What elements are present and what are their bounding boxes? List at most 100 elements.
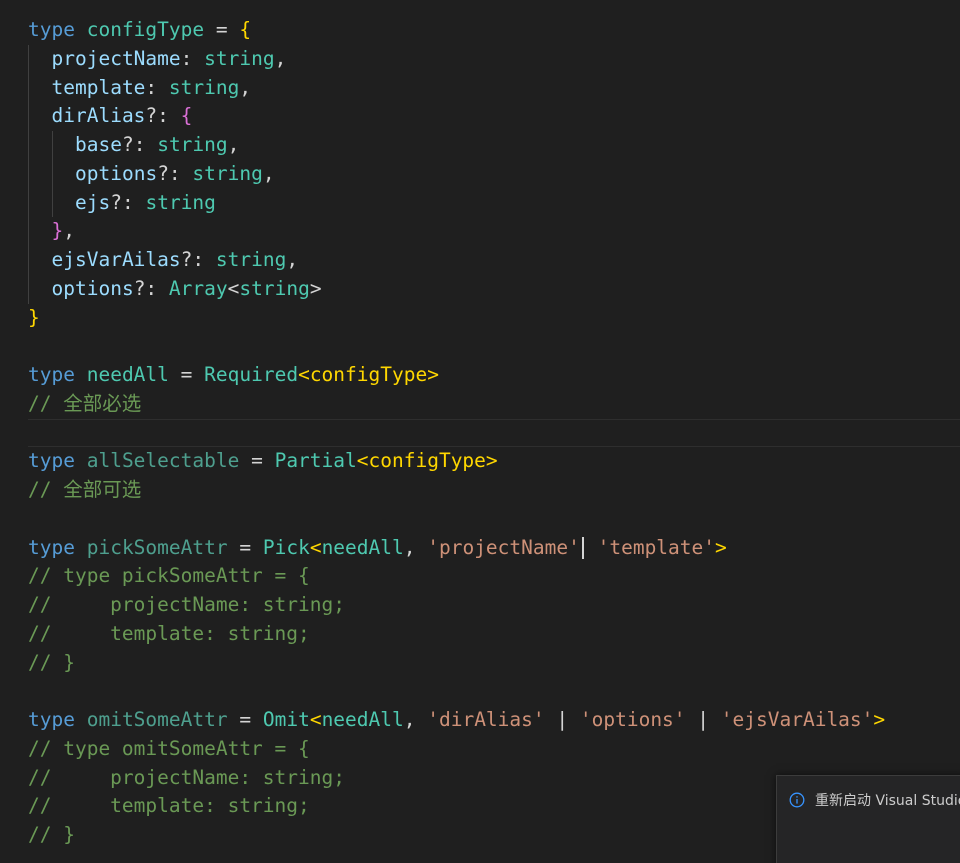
- code-line[interactable]: type configType = {: [0, 16, 960, 45]
- code-token: Array: [168, 276, 228, 300]
- code-line[interactable]: },: [0, 217, 960, 246]
- code-token: string: [157, 133, 228, 156]
- code-line[interactable]: // type pickSomeAttr = {: [0, 562, 960, 591]
- code-line[interactable]: [0, 332, 960, 361]
- code-token: // }: [28, 650, 75, 674]
- code-line[interactable]: projectName: string,: [0, 44, 960, 74]
- code-token: {: [180, 104, 193, 128]
- code-line[interactable]: [0, 505, 960, 534]
- code-editor[interactable]: type configType = {projectName: string, t…: [0, 0, 960, 863]
- code-token: // projectName: string;: [28, 593, 345, 616]
- code-line[interactable]: // type omitSomeAttr = {: [0, 735, 960, 764]
- code-token: 'ejsVarAilas': [720, 708, 874, 731]
- code-line[interactable]: type pickSomeAttr = Pick<needAll, 'proje…: [0, 534, 960, 563]
- code-token: ?:: [121, 133, 158, 156]
- code-line[interactable]: [0, 677, 960, 706]
- code-token: string: [192, 161, 263, 185]
- code-token: <: [227, 276, 240, 300]
- code-token: // 全部必选: [28, 391, 142, 415]
- code-token: // template: string;: [28, 621, 310, 645]
- indent-guide: [28, 246, 29, 275]
- code-token: ?:: [157, 161, 193, 185]
- text-cursor: [581, 537, 584, 559]
- indent-guide: [51, 159, 53, 189]
- code-line[interactable]: type omitSomeAttr = Omit<needAll, 'dirAl…: [0, 706, 960, 735]
- code-token: <: [298, 363, 310, 386]
- code-line[interactable]: base?: string,: [0, 131, 960, 160]
- code-token: // projectName: string;: [28, 765, 345, 789]
- indent-guide: [28, 44, 29, 74]
- code-token: configType: [368, 449, 486, 473]
- code-token: string: [145, 190, 216, 214]
- code-token: needAll: [86, 363, 169, 386]
- code-token: needAll: [321, 708, 404, 731]
- code-line[interactable]: // projectName: string;: [0, 591, 960, 620]
- code-token: ,: [262, 161, 275, 185]
- indent-guide: [28, 73, 29, 103]
- code-token: // template: string;: [28, 794, 310, 818]
- code-line[interactable]: ejsVarAilas?: string,: [0, 246, 960, 275]
- code-line[interactable]: // 全部必选: [0, 390, 960, 419]
- code-lines: type configType = {projectName: string, t…: [0, 16, 960, 850]
- code-token: ?:: [145, 104, 181, 128]
- code-token: =: [204, 18, 240, 41]
- code-token: ,: [403, 535, 428, 559]
- code-token: |: [544, 708, 580, 731]
- indent-guide: [28, 102, 29, 131]
- code-token: template: [51, 75, 146, 99]
- code-token: ,: [239, 75, 252, 99]
- restart-notification[interactable]: 重新启动 Visual Studio Code: [776, 775, 960, 863]
- code-line[interactable]: }: [0, 304, 960, 333]
- code-token: ?:: [133, 276, 169, 300]
- code-token: pickSomeAttr: [86, 535, 228, 559]
- code-token: =: [227, 535, 263, 559]
- code-token: configType: [86, 18, 205, 41]
- code-token: options: [75, 161, 158, 185]
- code-token: Omit: [262, 708, 310, 731]
- code-token: ,: [403, 708, 428, 731]
- code-line[interactable]: template: string,: [0, 73, 960, 103]
- code-token: <: [309, 708, 322, 731]
- code-token: string: [168, 75, 240, 99]
- code-token: base: [75, 133, 122, 156]
- code-token: projectName: [51, 46, 181, 70]
- indent-guide: [28, 217, 29, 246]
- code-line[interactable]: [28, 418, 960, 448]
- code-token: ,: [286, 248, 299, 271]
- code-token: // type pickSomeAttr = {: [28, 564, 310, 588]
- code-line[interactable]: type allSelectable = Partial<configType>: [0, 447, 960, 476]
- code-token: // 全部可选: [28, 478, 142, 501]
- code-token: type: [28, 449, 75, 473]
- code-line[interactable]: dirAlias?: {: [0, 102, 960, 131]
- code-token: >: [485, 449, 498, 473]
- code-token: 'template': [597, 535, 716, 559]
- indent-guide: [51, 188, 53, 218]
- code-token: // }: [28, 823, 75, 846]
- code-token: ?:: [180, 248, 216, 271]
- code-token: 'dirAlias': [427, 708, 545, 731]
- code-token: options: [51, 276, 134, 300]
- code-line[interactable]: // template: string;: [0, 620, 960, 649]
- code-token: Required: [204, 363, 299, 386]
- code-line[interactable]: type needAll = Required<configType>: [0, 361, 960, 390]
- indent-guide: [28, 159, 29, 189]
- code-token: Partial: [274, 449, 357, 473]
- code-token: <: [309, 535, 322, 559]
- code-token: 'options': [579, 708, 686, 731]
- code-token: ejsVarAilas: [51, 248, 181, 271]
- code-token: type: [28, 535, 75, 559]
- code-line[interactable]: // 全部可选: [0, 476, 960, 505]
- code-line[interactable]: options?: Array<string>: [0, 274, 960, 304]
- code-token: :: [180, 46, 205, 70]
- code-token: }: [51, 219, 64, 243]
- code-line[interactable]: // }: [0, 649, 960, 678]
- code-token: needAll: [321, 535, 404, 559]
- code-line[interactable]: ejs?: string: [0, 188, 960, 218]
- code-token: >: [715, 535, 727, 559]
- code-token: >: [309, 276, 322, 300]
- code-line[interactable]: options?: string,: [0, 159, 960, 189]
- code-token: <: [356, 449, 369, 473]
